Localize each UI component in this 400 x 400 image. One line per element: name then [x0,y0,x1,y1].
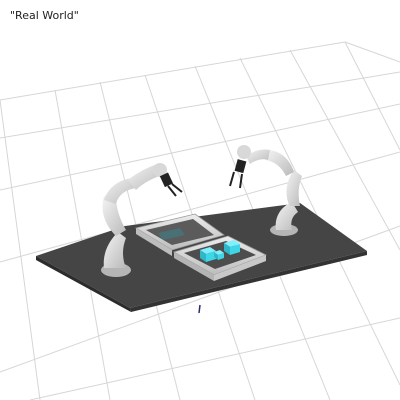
simulation-viewport[interactable]: "Real World" [0,0,400,400]
3d-scene[interactable] [0,0,400,400]
origin-marker [198,304,201,314]
